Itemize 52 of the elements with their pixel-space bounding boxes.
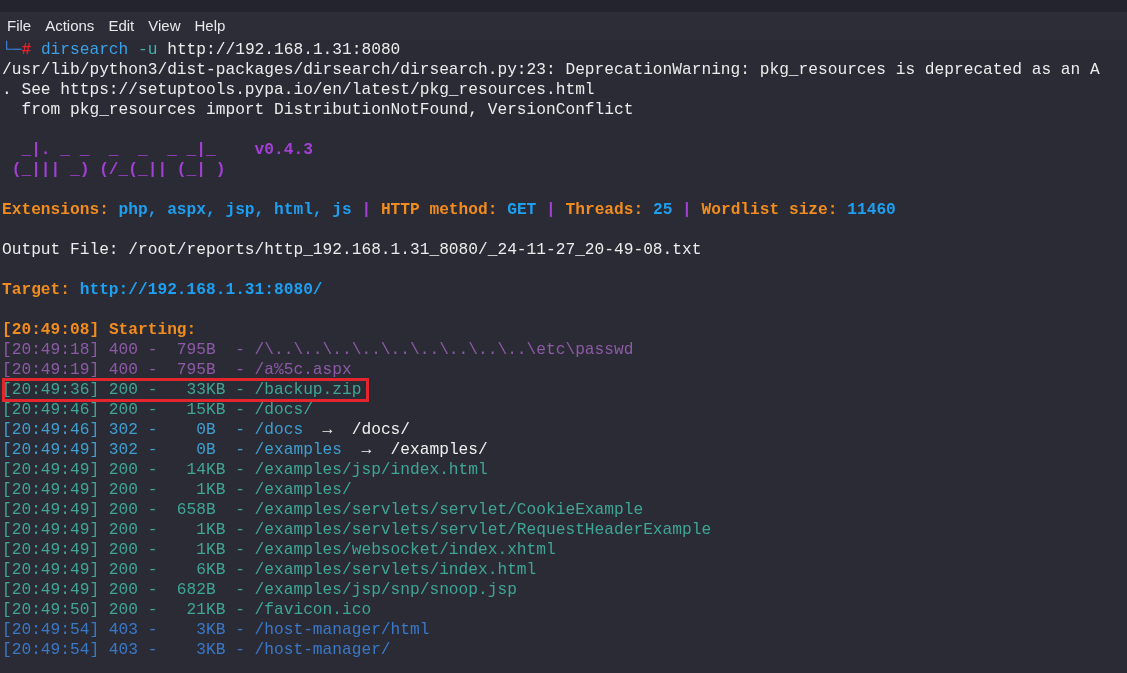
log-line: [20:49:18] 400 - 795B - /\..\..\..\..\..\..\..\..\..\etc\passwd <box>2 341 634 359</box>
menu-item[interactable]: Edit <box>108 14 135 38</box>
log-line: [20:49:49] 200 - 1KB - /examples/websocket/index.xhtml <box>2 541 556 559</box>
menu-item[interactable]: File <box>7 14 32 38</box>
arrow-glyph: → <box>322 421 333 439</box>
log-line: [20:49:49] 200 - 1KB - /examples/servlets/servlet/RequestHeaderExample <box>2 521 712 539</box>
arrow-glyph: → <box>361 441 372 459</box>
config-value: GET <box>507 201 537 219</box>
output-file-text: Output File: /root/reports/http_192.168.1.31_8080/_24-11-27_20-49-08.txt <box>2 241 702 259</box>
warning-line: /usr/lib/python3/dist-packages/dirsearch/dirsearch.py:23: DeprecationWarning: pkg_resources is deprecated as an A <box>2 61 1100 79</box>
option-text: -u <box>138 41 158 59</box>
menu-item[interactable]: View <box>148 14 181 38</box>
menu-item[interactable]: Actions <box>45 14 95 38</box>
redirect-target: /examples/ <box>390 441 488 459</box>
target-url: http://192.168.1.31:8080/ <box>79 281 323 299</box>
separator: | <box>361 201 372 219</box>
config-value: php, aspx, jsp, html, js <box>118 201 352 219</box>
command-text: dirsearch <box>40 41 129 59</box>
config-label: HTTP method: <box>380 201 498 219</box>
config-label: Wordlist size: <box>701 201 838 219</box>
log-line: [20:49:49] 200 - 14KB - /examples/jsp/index.html <box>2 461 488 479</box>
prompt-corner: └─ <box>2 41 22 59</box>
menu-item[interactable]: Help <box>194 14 226 38</box>
warning-line: . See https://setuptools.pypa.io/en/latest/pkg_resources.html <box>2 81 595 99</box>
warning-line: from pkg_resources import DistributionNotFound, VersionConflict <box>20 101 634 119</box>
prompt-symbol: # <box>21 41 32 59</box>
log-line: [20:49:49] 302 - 0B - /examples <box>2 441 342 459</box>
config-value: 11460 <box>847 201 896 219</box>
version-text: v0.4.3 <box>254 141 313 159</box>
log-line: [20:49:46] 302 - 0B - /docs <box>2 421 304 439</box>
target-label: Target: <box>2 281 70 299</box>
banner-art: (_||| _) (/_(_|| (_| ) <box>10 161 226 179</box>
config-label: Extensions: <box>2 201 109 219</box>
separator: | <box>546 201 556 219</box>
log-line: [20:49:49] 200 - 1KB - /examples/ <box>2 481 352 499</box>
log-line: [20:49:36] 200 - 33KB - /backup.zip <box>2 378 370 402</box>
log-line: [20:49:46] 200 - 15KB - /docs/ <box>2 401 313 419</box>
separator: | <box>682 201 692 219</box>
argument-text: http://192.168.1.31:8080 <box>167 41 401 59</box>
config-value: 25 <box>652 201 673 219</box>
config-label: Threads: <box>565 201 644 219</box>
log-line: [20:49:49] 200 - 658B - /examples/servlets/servlet/CookieExample <box>2 501 644 519</box>
log-line: [20:49:49] 200 - 682B - /examples/jsp/snp/snoop.jsp <box>2 581 517 599</box>
start-text: Starting: <box>108 321 197 339</box>
redirect-target: /docs/ <box>351 421 411 439</box>
log-line: [20:49:54] 403 - 3KB - /host-manager/html <box>2 621 430 639</box>
banner-art: _|. _ _ _ _ _ _|_ <box>20 141 216 159</box>
log-line: [20:49:49] 200 - 6KB - /examples/servlets/index.html <box>2 561 537 579</box>
log-line: [20:49:50] 200 - 21KB - /favicon.ico <box>2 601 372 619</box>
start-time: [20:49:08] <box>2 321 100 339</box>
log-line: [20:49:19] 400 - 795B - /a%5c.aspx <box>2 361 352 379</box>
log-line: [20:49:54] 403 - 3KB - /host-manager/ <box>2 641 391 659</box>
